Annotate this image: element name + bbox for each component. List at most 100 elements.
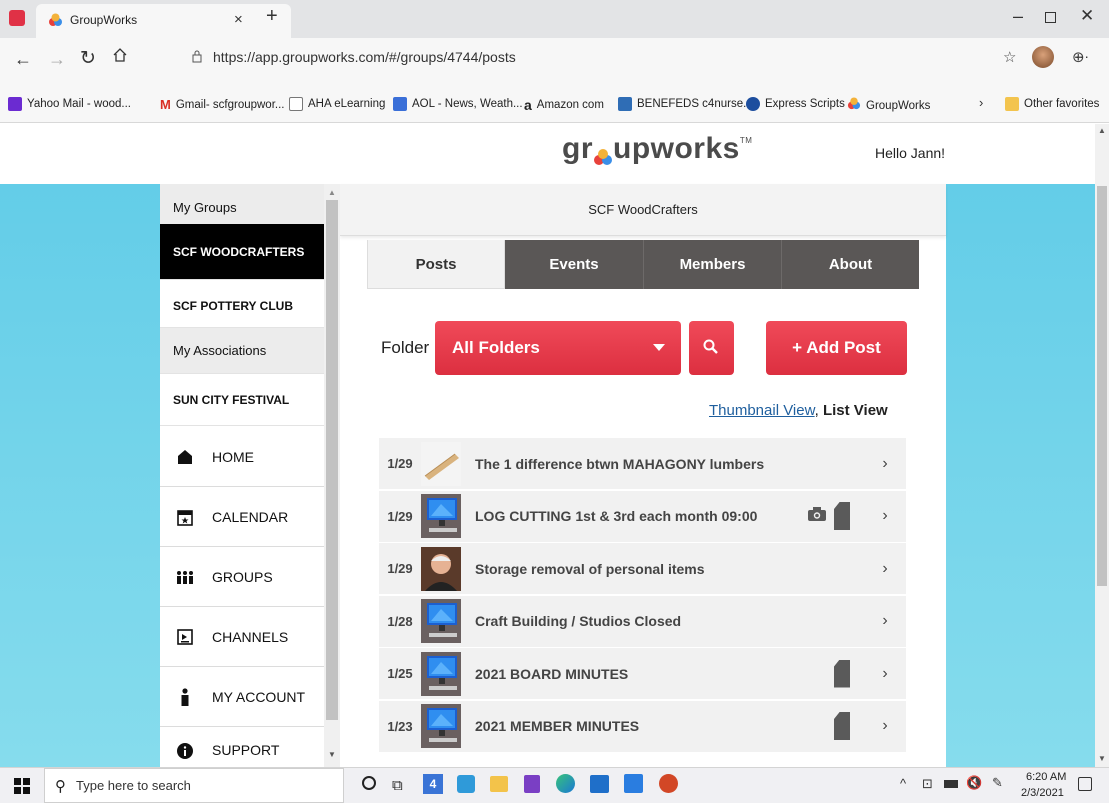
browser-tab[interactable]: GroupWorks × — [36, 4, 291, 38]
favorite-link[interactable]: AOL - News, Weath... — [393, 97, 523, 111]
post-title: Storage removal of personal items — [475, 560, 705, 577]
powerpoint-icon[interactable] — [659, 774, 678, 793]
nav-support[interactable]: SUPPORT — [160, 728, 324, 767]
sidebar-group-scf-pottery-club[interactable]: SCF POTTERY CLUB — [160, 280, 324, 328]
nav-my-account[interactable]: MY ACCOUNT — [160, 668, 324, 727]
favorite-link[interactable]: a Amazon com — [524, 97, 604, 113]
yahoo-mail-icon — [8, 97, 22, 111]
notifications-icon[interactable] — [1078, 777, 1092, 791]
more-icon[interactable]: ··· — [1075, 48, 1089, 64]
post-row[interactable]: 1/23 2021 MEMBER MINUTES › — [379, 700, 906, 753]
calendar-app-icon[interactable]: 4 — [423, 774, 443, 794]
close-window-icon[interactable]: ✕ — [1080, 6, 1094, 26]
windows-start-icon[interactable] — [14, 778, 30, 799]
post-row[interactable]: 1/29 Storage removal of personal items › — [379, 543, 906, 595]
sidebar-group-scf-woodcrafters[interactable]: SCF WOODCRAFTERS — [160, 224, 324, 280]
thumbnail-view-link[interactable]: Thumbnail View — [709, 402, 815, 419]
outlook-icon[interactable] — [590, 775, 609, 793]
add-post-button[interactable]: + Add Post — [766, 321, 907, 375]
chevron-right-icon[interactable]: › — [864, 455, 906, 473]
meet-now-icon[interactable]: ⊡ — [922, 776, 933, 792]
file-explorer-icon[interactable] — [490, 776, 508, 792]
folder-label: Folder — [381, 338, 430, 357]
chevron-right-icon[interactable]: › — [864, 560, 906, 578]
nav-channels[interactable]: CHANNELS — [160, 608, 324, 667]
new-tab-icon[interactable]: + — [266, 5, 278, 28]
group-title: SCF WoodCrafters — [588, 202, 698, 217]
post-row[interactable]: 1/25 2021 BOARD MINUTES › — [379, 648, 906, 700]
greeting[interactable]: Hello Jann! — [875, 145, 945, 161]
page-scroll-down-icon[interactable]: ▼ — [1098, 754, 1106, 763]
taskbar-search-box[interactable]: ⚲ Type here to search — [44, 768, 344, 803]
sidebar-association-sun-city-festival[interactable]: SUN CITY FESTIVAL — [160, 374, 324, 426]
favorites-overflow-icon[interactable]: › — [979, 95, 983, 110]
nav-groups[interactable]: GROUPS — [160, 548, 324, 607]
cortana-icon[interactable] — [362, 776, 376, 790]
post-thumbnail — [421, 494, 461, 538]
close-tab-icon[interactable]: × — [234, 11, 243, 28]
restore-icon[interactable] — [1045, 12, 1056, 23]
home-icon — [176, 448, 194, 466]
tab-events[interactable]: Events — [505, 240, 643, 289]
page-scroll-thumb[interactable] — [1097, 186, 1107, 586]
tab-members[interactable]: Members — [643, 240, 781, 289]
favorite-link[interactable]: Express Scripts — [746, 97, 845, 111]
clock-time[interactable]: 6:20 AM — [1026, 771, 1066, 783]
publisher-icon[interactable] — [524, 775, 540, 793]
task-view-icon[interactable]: ⧉ — [392, 777, 403, 794]
groupworks-logo[interactable]: gr upworks TM — [562, 132, 752, 166]
sidebar-scroll-thumb[interactable] — [326, 200, 338, 720]
forward-icon[interactable]: → — [48, 49, 66, 70]
post-row[interactable]: 1/29 LOG CUTTING 1st & 3rd each month 09:… — [379, 490, 906, 543]
volume-muted-icon[interactable]: 🔇 — [966, 775, 982, 791]
list-view-label: List View — [822, 402, 888, 419]
pen-icon[interactable]: ✎ — [992, 775, 1003, 791]
nav-calendar[interactable]: CALENDAR — [160, 488, 324, 547]
search-button[interactable] — [689, 321, 734, 375]
favorite-link[interactable]: Yahoo Mail - wood... — [8, 97, 131, 111]
page-scrollbar[interactable]: ▲ ▼ — [1095, 124, 1109, 767]
view-toggle: Thumbnail View, List View — [709, 402, 888, 419]
site-header: gr upworks TM Hello Jann! — [0, 124, 1095, 184]
sidebar-scroll-down-icon[interactable]: ▼ — [328, 750, 336, 759]
nav-home[interactable]: HOME — [160, 428, 324, 487]
post-title: The 1 difference btwn MAHAGONY lumbers — [475, 455, 765, 472]
favorite-star-icon[interactable]: ☆ — [1003, 48, 1016, 66]
app-icon[interactable] — [624, 774, 643, 793]
lock-icon[interactable] — [192, 50, 202, 63]
post-date: 1/29 — [387, 561, 413, 576]
sidebar-section-my-associations: My Associations — [160, 328, 324, 374]
favorite-link[interactable]: M Gmail- scfgroupwor... — [160, 97, 285, 112]
post-row[interactable]: 1/29 The 1 difference btwn MAHAGONY lumbe… — [379, 438, 906, 490]
minimize-icon[interactable]: – — [1013, 6, 1023, 27]
clock-date[interactable]: 2/3/2021 — [1021, 787, 1064, 799]
tab-about[interactable]: About — [781, 240, 919, 289]
sidebar-scroll-up-icon[interactable]: ▲ — [328, 188, 336, 197]
back-icon[interactable]: ← — [14, 49, 32, 70]
favorite-link[interactable]: GroupWorks — [847, 97, 930, 114]
app-icon[interactable] — [457, 775, 475, 793]
chevron-right-icon[interactable]: › — [864, 717, 906, 735]
refresh-icon[interactable]: ↻ — [80, 47, 96, 70]
other-favorites[interactable]: Other favorites — [1005, 97, 1099, 111]
show-hidden-icons-icon[interactable]: ^ — [900, 776, 906, 791]
home-browser-icon[interactable] — [113, 48, 127, 62]
chevron-right-icon[interactable]: › — [864, 665, 906, 683]
url-text[interactable]: https://app.groupworks.com/#/groups/4744… — [213, 49, 516, 65]
sidebar-scrollbar[interactable]: ▲ ▼ — [324, 184, 340, 767]
battery-icon[interactable] — [944, 780, 958, 788]
page-scroll-up-icon[interactable]: ▲ — [1098, 126, 1106, 135]
post-date: 1/29 — [387, 508, 413, 524]
post-row[interactable]: 1/28 Craft Building / Studios Closed › — [379, 595, 906, 648]
folder-select[interactable]: All Folders — [435, 321, 681, 375]
camera-icon — [808, 506, 826, 526]
edge-icon[interactable] — [556, 774, 575, 793]
account-icon — [176, 688, 194, 706]
chevron-right-icon[interactable]: › — [864, 507, 906, 525]
tab-posts[interactable]: Posts — [367, 240, 505, 289]
profile-avatar[interactable] — [1032, 46, 1054, 68]
favorite-link[interactable]: AHA eLearning — [289, 97, 385, 111]
chevron-right-icon[interactable]: › — [864, 612, 906, 630]
favorite-link[interactable]: BENEFEDS c4nurse... — [618, 97, 753, 111]
browser-app-icon[interactable] — [9, 10, 25, 26]
